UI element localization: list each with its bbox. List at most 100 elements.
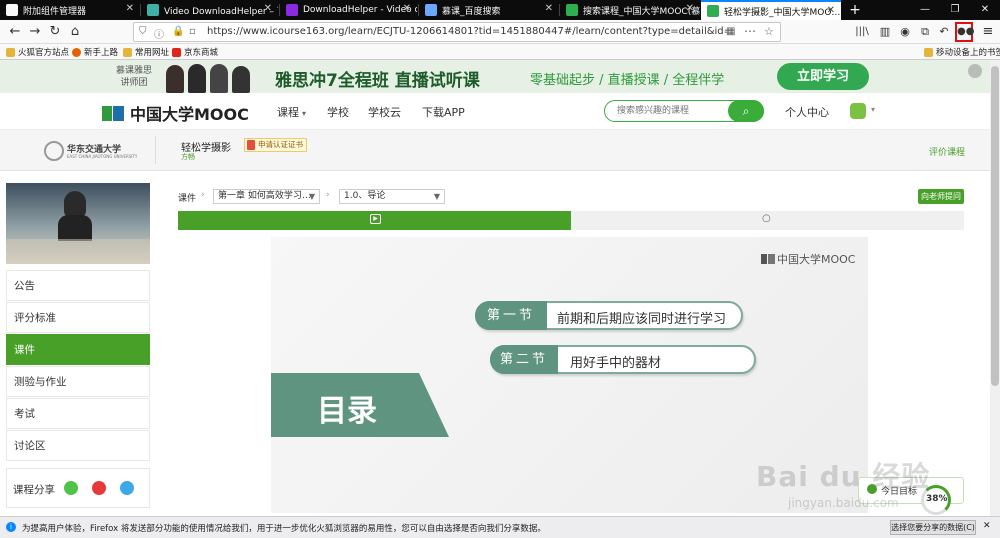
folder-icon — [123, 47, 132, 57]
site-logo-text: 中国大学MOOC — [130, 105, 249, 124]
bookmark-label: 火狐官方站点 — [18, 48, 70, 58]
forward-icon[interactable]: → — [26, 23, 44, 41]
more-actions-icon[interactable]: ⋯ — [744, 24, 756, 38]
chapter-select-value: 第一章 如何高效学习… — [218, 191, 311, 201]
weibo-icon[interactable] — [92, 481, 106, 495]
course-sidebar: 公告 评分标准 课件 测验与作业 考试 讨论区 课程分享 — [6, 183, 150, 513]
browser-tab-bar: 附加组件管理器 ✕ Video DownloadHelper – 下载… ✕ D… — [0, 0, 1000, 20]
evaluate-course-link[interactable]: 评价课程 — [929, 145, 965, 158]
lecturers-photo — [160, 61, 252, 93]
notice-close-icon[interactable]: ✕ — [983, 521, 991, 531]
nav-schools[interactable]: 学校 — [327, 104, 349, 120]
banner-close-icon[interactable] — [968, 64, 982, 78]
ask-teacher-button[interactable]: 向老师提问 — [918, 189, 964, 204]
screenshot-icon[interactable]: ⧉ — [916, 23, 934, 41]
close-window-button[interactable]: ✕ — [970, 0, 1000, 20]
sidebar-item-discussion[interactable]: 讨论区 — [6, 430, 150, 461]
baidu-icon — [425, 4, 437, 16]
school-name-en: EAST CHINA JIAOTONG UNIVERSITY — [67, 154, 138, 159]
page-scrollbar[interactable] — [990, 60, 1000, 516]
library-icon[interactable]: |||\ — [853, 23, 871, 41]
bookmark-jd[interactable]: 京东商城 — [172, 46, 218, 58]
sidebar-item-quizzes[interactable]: 测验与作业 — [6, 366, 150, 397]
menu-icon[interactable]: ≡ — [979, 23, 997, 41]
lesson-select[interactable]: 1.0、导论 ▼ — [339, 189, 445, 204]
section-1: 第一节 前期和后期应该同时进行学习 — [475, 301, 743, 330]
back-icon[interactable]: ← — [6, 23, 24, 41]
chevron-right-icon: › — [326, 190, 330, 200]
url-text[interactable]: https://www.icourse163.org/learn/ECJTU-1… — [207, 26, 727, 37]
tab-photography-course[interactable]: 轻松学摄影_中国大学MOO… ✕ — [701, 0, 841, 20]
mooc-logo-icon — [102, 106, 124, 121]
bookmark-star-icon[interactable]: ☆ — [764, 25, 774, 38]
ad-banner[interactable]: 慕课雅思 讲师团 雅思冲7全程班 直播试听课 零基础起步 / 直播授课 / 全程… — [0, 60, 1000, 93]
tab-addons[interactable]: 附加组件管理器 ✕ — [0, 0, 140, 20]
tab-downloadhelper-site[interactable]: DownloadHelper - Video do… ✕ — [280, 0, 417, 20]
divider — [155, 136, 156, 164]
qq-icon[interactable] — [120, 481, 134, 495]
sidebar-item-grading[interactable]: 评分标准 — [6, 302, 150, 333]
close-tab-icon[interactable]: ✕ — [827, 5, 835, 16]
lesson-select-value: 1.0、导论 — [344, 191, 386, 201]
undo-icon[interactable]: ↶ — [935, 23, 953, 41]
share-data-button[interactable]: 选择您要分享的数据(C) — [890, 520, 976, 535]
home-icon[interactable]: ⌂ — [66, 23, 84, 41]
reload-icon[interactable]: ↻ — [46, 23, 64, 41]
scrollbar-thumb[interactable] — [991, 66, 999, 386]
discussion-icon[interactable]: ○ — [762, 213, 771, 224]
sidebar-item-announcement[interactable]: 公告 — [6, 270, 150, 301]
downloadhelper-toolbar-icon[interactable]: ●● — [955, 22, 974, 42]
account-icon[interactable]: ◉ — [896, 23, 914, 41]
course-teacher[interactable]: 方畅 — [181, 152, 195, 162]
apply-certificate-button[interactable]: 申请认证证书 — [244, 138, 307, 152]
minimize-button[interactable]: — — [910, 0, 940, 20]
nav-download-app[interactable]: 下载APP — [422, 104, 465, 120]
info-icon[interactable]: ⓘ — [154, 26, 164, 41]
chapter-select[interactable]: 第一章 如何高效学习… ▼ — [213, 189, 320, 204]
chevron-down-icon: ▾ — [302, 109, 307, 118]
tab-video-downloadhelper[interactable]: Video DownloadHelper – 下载… ✕ — [141, 0, 278, 20]
wechat-icon[interactable] — [64, 481, 78, 495]
qr-code-icon[interactable]: ▦ — [726, 26, 735, 37]
sidebar-icon[interactable]: ▥ — [876, 23, 894, 41]
bookmark-firefox-site[interactable]: 火狐官方站点 — [6, 46, 69, 58]
bookmark-common-sites[interactable]: 常用网址 — [123, 46, 169, 58]
school-seal-icon — [44, 141, 64, 161]
tab-baidu-search[interactable]: 慕课_百度搜索 ✕ — [419, 0, 559, 20]
course-share: 课程分享 — [6, 468, 150, 508]
restore-button[interactable]: ❐ — [940, 0, 970, 20]
search-button[interactable]: ⌕ — [728, 100, 764, 122]
banner-left-line-2: 讲师团 — [120, 78, 148, 88]
avatar[interactable] — [850, 103, 866, 119]
shield-icon[interactable]: ⛉ — [139, 26, 147, 37]
firefox-icon — [72, 47, 81, 57]
close-tab-icon[interactable]: ✕ — [403, 3, 411, 14]
close-tab-icon[interactable]: ✕ — [545, 3, 553, 14]
nav-label: 课程 — [277, 106, 299, 119]
close-tab-icon[interactable]: ✕ — [686, 3, 694, 14]
tab-title: DownloadHelper - Video do… — [303, 5, 417, 15]
tab-title: 轻松学摄影_中国大学MOO… — [724, 7, 841, 18]
close-tab-icon[interactable]: ✕ — [264, 3, 272, 14]
courseware-breadcrumb: 课件 › 第一章 如何高效学习… ▼ › 1.0、导论 ▼ 向老师提问 — [178, 188, 968, 206]
site-logo[interactable]: 中国大学MOOC — [101, 101, 249, 125]
course-search[interactable]: ⌕ — [604, 100, 764, 122]
bookmark-getting-started[interactable]: 新手上路 — [72, 46, 118, 58]
nav-courses[interactable]: 课程 ▾ — [277, 104, 306, 120]
address-bar[interactable]: ⛉ ⓘ 🔒 ▫ https://www.icourse163.org/learn… — [133, 22, 781, 42]
close-tab-icon[interactable]: ✕ — [126, 3, 134, 14]
video-icon[interactable]: ▶ — [370, 214, 381, 224]
banner-cta-button[interactable]: 立即学习 — [777, 63, 869, 90]
search-input[interactable] — [617, 104, 727, 118]
tab-mooc-search[interactable]: 搜索课程_中国大学MOOC(慕… ✕ — [560, 0, 700, 20]
avatar-chevron-down-icon[interactable]: ▾ — [871, 105, 875, 114]
nav-school-cloud[interactable]: 学校云 — [368, 104, 401, 120]
mooc-icon — [566, 4, 578, 16]
sidebar-item-courseware[interactable]: 课件 — [6, 334, 150, 365]
sidebar-item-exams[interactable]: 考试 — [6, 398, 150, 429]
bookmark-mobile[interactable]: 移动设备上的书签 — [924, 46, 1000, 58]
personal-center-link[interactable]: 个人中心 — [785, 104, 829, 120]
chevron-down-icon: ▼ — [308, 192, 315, 201]
new-tab-button[interactable]: + — [846, 0, 864, 20]
crumb-root[interactable]: 课件 — [178, 191, 196, 204]
